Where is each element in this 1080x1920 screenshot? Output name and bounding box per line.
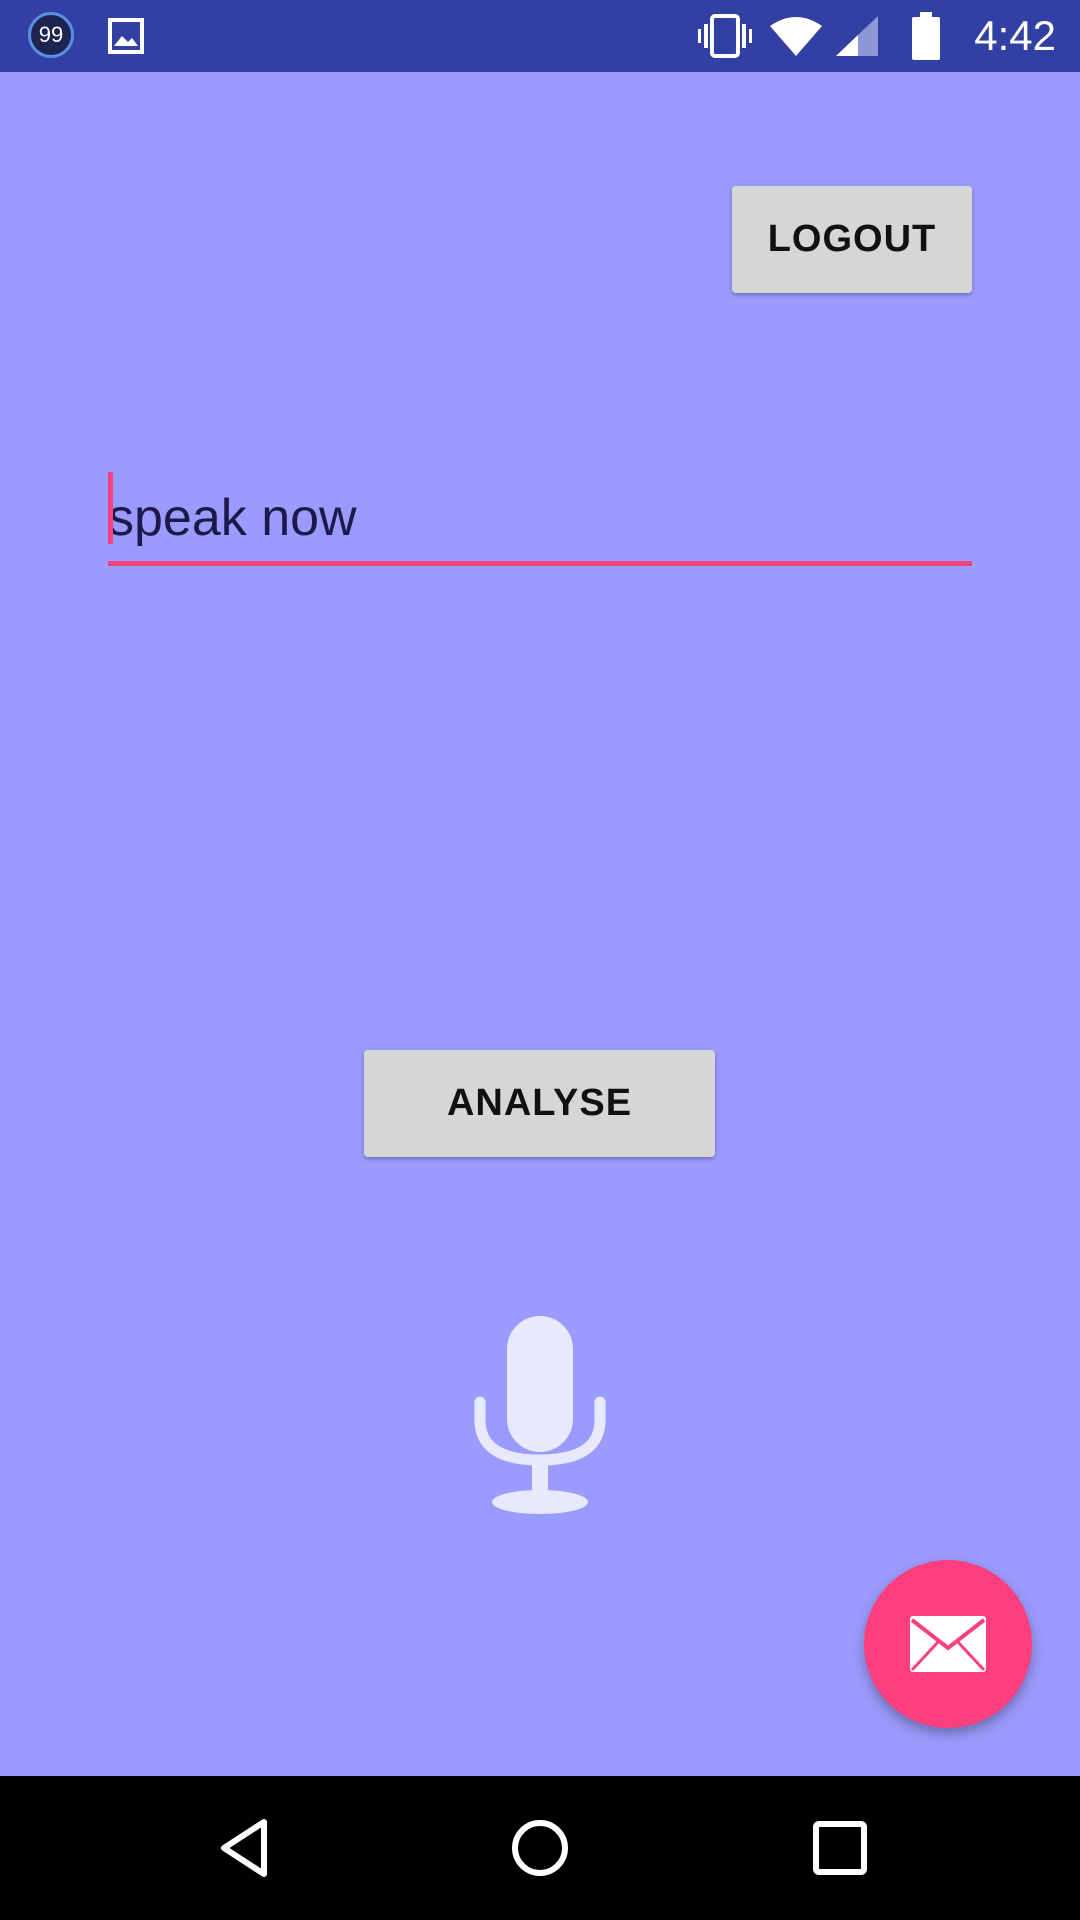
back-icon[interactable] bbox=[210, 1812, 282, 1884]
analyse-button[interactable]: ANALYSE bbox=[364, 1050, 715, 1157]
battery-icon bbox=[912, 12, 940, 60]
navigation-bar bbox=[0, 1776, 1080, 1920]
wifi-icon bbox=[770, 17, 822, 56]
mail-icon bbox=[910, 1616, 986, 1672]
status-bar: 99 4:42 bbox=[0, 0, 1080, 72]
status-time: 4:42 bbox=[974, 12, 1056, 59]
notification-count-icon: 99 bbox=[28, 12, 74, 58]
app-screen: 99 4:42 LOGOUT speak now ANALYSE bbox=[0, 0, 1080, 1920]
send-mail-fab[interactable] bbox=[864, 1560, 1032, 1728]
cell-signal-icon bbox=[836, 16, 878, 56]
microphone-icon[interactable] bbox=[470, 1310, 610, 1520]
recents-icon[interactable] bbox=[804, 1812, 876, 1884]
text-field-underline bbox=[108, 561, 972, 566]
vibrate-icon bbox=[698, 14, 752, 58]
speech-text-field[interactable]: speak now bbox=[108, 470, 972, 566]
image-icon bbox=[108, 18, 144, 54]
text-cursor bbox=[108, 472, 113, 544]
home-icon[interactable] bbox=[504, 1812, 576, 1884]
logout-button[interactable]: LOGOUT bbox=[732, 186, 972, 293]
speech-text-value: speak now bbox=[108, 489, 357, 547]
